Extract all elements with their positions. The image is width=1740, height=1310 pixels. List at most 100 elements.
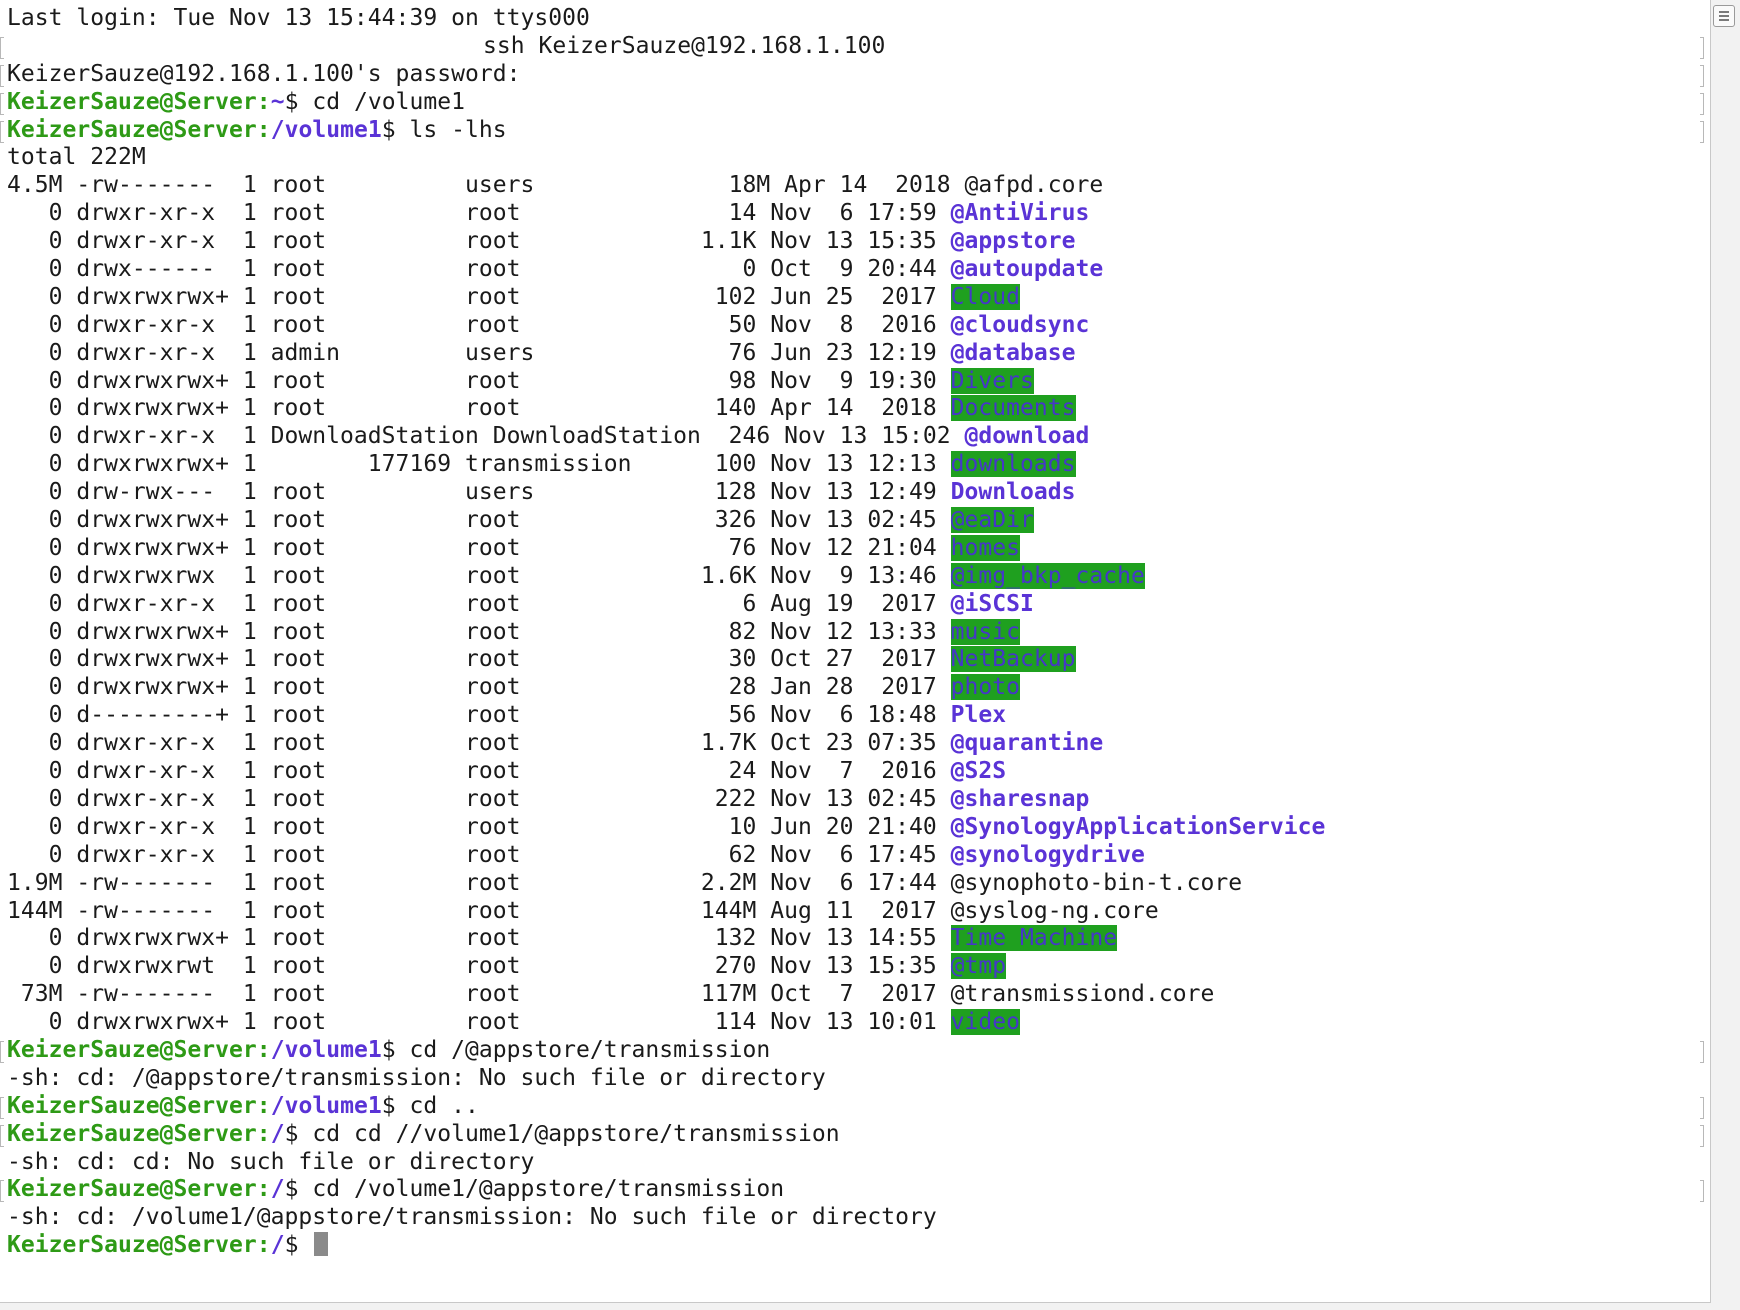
listing-row-info: 0 drwxr-xr-x 1 root root 6 Aug 19 2017 (7, 590, 951, 617)
scroll-menu-icon[interactable] (1713, 5, 1735, 27)
listing-row: 0 drwxrwxrwx+ 1 root root 98 Nov 9 19:30… (7, 367, 1325, 396)
prompt-path: /volume1 (270, 116, 382, 143)
line-mark-right (1700, 36, 1704, 59)
listing-row: 0 drwxr-xr-x 1 root root 50 Nov 8 2016 @… (7, 312, 1325, 340)
listing-row-info: 0 drwxr-xr-x 1 root root 50 Nov 8 2016 (7, 311, 951, 338)
line-mark-left (0, 64, 4, 87)
listing-row: 0 drwxrwxrwt 1 root root 270 Nov 13 15:3… (7, 953, 1325, 981)
listing-row: 0 drwxr-xr-x 1 root root 14 Nov 6 17:59 … (7, 200, 1325, 228)
prompt-symbol: $ (284, 88, 299, 115)
listing-row: 1.9M -rw------- 1 root root 2.2M Nov 6 1… (7, 870, 1325, 898)
command-text: cd cd //volume1/@appstore/transmission (298, 1120, 840, 1147)
listing-row-info: 0 drwxr-xr-x 1 root root 62 Nov 6 17:45 (7, 841, 951, 868)
command-line: KeizerSauze@Server:/$ cd /volume1/@appst… (0, 1176, 1704, 1204)
line-mark-right (1700, 1040, 1704, 1063)
line-mark-right (1700, 92, 1704, 115)
listing-row-info: 0 drwxr-xr-x 1 root root 14 Nov 6 17:59 (7, 200, 951, 227)
listing-row-info: 0 drwxrwxrwx+ 1 root root 28 Jan 28 2017 (7, 674, 951, 701)
command-text: cd /@appstore/transmission (395, 1036, 771, 1063)
command-text: ls -lhs (395, 116, 507, 143)
prompt-path: / (270, 1120, 285, 1147)
login-line: Last login: Tue Nov 13 15:44:39 on ttys0… (7, 5, 1325, 33)
listing-row-info: 0 d---------+ 1 root root 56 Nov 6 18:48 (7, 702, 951, 729)
listing-row: 0 drwxr-xr-x 1 root root 222 Nov 13 02:4… (7, 786, 1325, 814)
total-text: total 222M (7, 144, 146, 171)
listing-row-info: 0 drwxr-xr-x 1 root root 222 Nov 13 02:4… (7, 785, 951, 812)
error-line: -sh: cd: cd: No such file or directory (7, 1149, 1325, 1177)
line-mark-left (0, 36, 4, 59)
listing-row-info: 0 drwxrwxrwx+ 1 root root 114 Nov 13 10:… (7, 1009, 951, 1036)
prompt-user-host: KeizerSauze@Server (7, 1120, 257, 1147)
line-mark-left (0, 1040, 4, 1063)
listing-row-filename: @S2S (950, 758, 1007, 785)
ssh-command-line: ssh KeizerSauze@192.168.1.100 (0, 32, 1704, 61)
listing-row-filename: video (950, 1009, 1021, 1036)
listing-row: 0 drwxr-xr-x 1 root root 1.7K Oct 23 07:… (7, 730, 1325, 758)
listing-row: 144M -rw------- 1 root root 144M Aug 11 … (7, 898, 1325, 926)
listing-row-info: 0 drwxrwxrwx+ 1 root root 326 Nov 13 02:… (7, 507, 951, 534)
listing-row-filename: @download (964, 423, 1090, 450)
line-mark-left (0, 120, 4, 143)
prompt-path: / (270, 1176, 285, 1203)
text-cursor[interactable] (314, 1232, 329, 1257)
listing-row: 0 drwxrwxrwx+ 1 root root 102 Jun 25 201… (7, 283, 1325, 312)
listing-row-filename: @autoupdate (950, 256, 1104, 283)
listing-row-filename: Documents (950, 395, 1076, 422)
listing-row-info: 0 drwxr-xr-x 1 DownloadStation DownloadS… (7, 423, 965, 450)
listing-row: 0 drwxrwxrwx+ 1 root root 30 Oct 27 2017… (7, 646, 1325, 674)
prompt-symbol: $ (381, 116, 396, 143)
listing-row-filename: @sharesnap (950, 785, 1090, 812)
listing-row-info: 0 drwxrwxrwx+ 1 root root 82 Nov 12 13:3… (7, 618, 951, 645)
error-text: -sh: cd: /@appstore/transmission: No suc… (7, 1064, 826, 1091)
listing-row: 0 drwxr-xr-x 1 root root 10 Jun 20 21:40… (7, 813, 1326, 842)
prompt-path: / (270, 1232, 285, 1259)
listing-row-info: 0 drwxrwxrwx 1 root root 1.6K Nov 9 13:4… (7, 562, 951, 589)
listing-row: 0 drwxr-xr-x 1 admin users 76 Jun 23 12:… (7, 340, 1325, 368)
command-text: cd .. (395, 1092, 479, 1119)
listing-row: 0 drwxrwxrwx+ 1 root root 140 Apr 14 201… (7, 395, 1325, 423)
prompt-symbol: $ (284, 1176, 299, 1203)
active-prompt-line[interactable]: KeizerSauze@Server:/$ (7, 1232, 1325, 1260)
input-space (298, 1232, 312, 1258)
prompt-path: /volume1 (270, 1092, 382, 1119)
listing-row-filename: NetBackup (950, 646, 1076, 673)
prompt-separator: : (256, 1176, 271, 1203)
listing-row: 0 d---------+ 1 root root 56 Nov 6 18:48… (7, 702, 1325, 730)
listing-row-filename: downloads (950, 451, 1076, 478)
command-line: KeizerSauze@Server:~$ cd /volume1 (0, 88, 1704, 117)
listing-row-info: 0 drwxrwxrwx+ 1 root root 30 Oct 27 2017 (7, 646, 951, 673)
listing-row-info: 0 drwx------ 1 root root 0 Oct 9 20:44 (7, 256, 951, 283)
listing-row: 0 drw-rwx--- 1 root users 128 Nov 13 12:… (7, 479, 1325, 507)
listing-row-filename: @syslog-ng.core (950, 897, 1159, 924)
prompt-separator: : (256, 1092, 271, 1119)
error-text: -sh: cd: cd: No such file or directory (7, 1148, 535, 1175)
total-line: total 222M (7, 144, 1325, 172)
password-prompt: KeizerSauze@192.168.1.100's password: (7, 60, 521, 87)
listing-row: 0 drwxrwxrwx 1 root root 1.6K Nov 9 13:4… (7, 562, 1325, 591)
line-mark-right (1700, 1124, 1704, 1147)
prompt-user-host: KeizerSauze@Server (7, 1176, 257, 1203)
listing-row-filename: @database (950, 339, 1076, 366)
listing-row-info: 0 drwxrwxrwx+ 1 root root 102 Jun 25 201… (7, 283, 951, 310)
command-line: KeizerSauze@Server:/$ cd cd //volume1/@a… (0, 1120, 1704, 1149)
listing-row-info: 0 drw-rwx--- 1 root users 128 Nov 13 12:… (7, 479, 951, 506)
listing-row-info: 0 drwxrwxrwx+ 1 root root 132 Nov 13 14:… (7, 925, 951, 952)
prompt-user-host: KeizerSauze@Server (7, 116, 257, 143)
listing-row-filename: @iSCSI (950, 590, 1034, 617)
prompt-user-host: KeizerSauze@Server (7, 1232, 257, 1259)
listing-row-info: 0 drwxrwxrwx+ 1 177169 transmission 100 … (7, 451, 951, 478)
listing-row-info: 0 drwxrwxrwx+ 1 root root 140 Apr 14 201… (7, 395, 951, 422)
prompt-symbol: $ (381, 1036, 396, 1063)
listing-row-filename: @transmissiond.core (950, 981, 1215, 1008)
ssh-command: ssh KeizerSauze@192.168.1.100 (483, 32, 886, 59)
listing-row: 0 drwxrwxrwx+ 1 177169 transmission 100 … (7, 451, 1325, 479)
prompt-symbol: $ (381, 1092, 396, 1119)
terminal-window[interactable]: Last login: Tue Nov 13 15:44:39 on ttys0… (0, 0, 1711, 1303)
prompt-user-host: KeizerSauze@Server (7, 1036, 257, 1063)
line-mark-left (0, 1124, 4, 1147)
line-mark-left (0, 1180, 4, 1203)
listing-row-info: 0 drwxr-xr-x 1 root root 10 Jun 20 21:40 (7, 813, 951, 840)
error-line: -sh: cd: /@appstore/transmission: No suc… (7, 1065, 1325, 1093)
prompt-separator: : (256, 116, 271, 143)
scrollbar[interactable] (1711, 0, 1740, 1310)
